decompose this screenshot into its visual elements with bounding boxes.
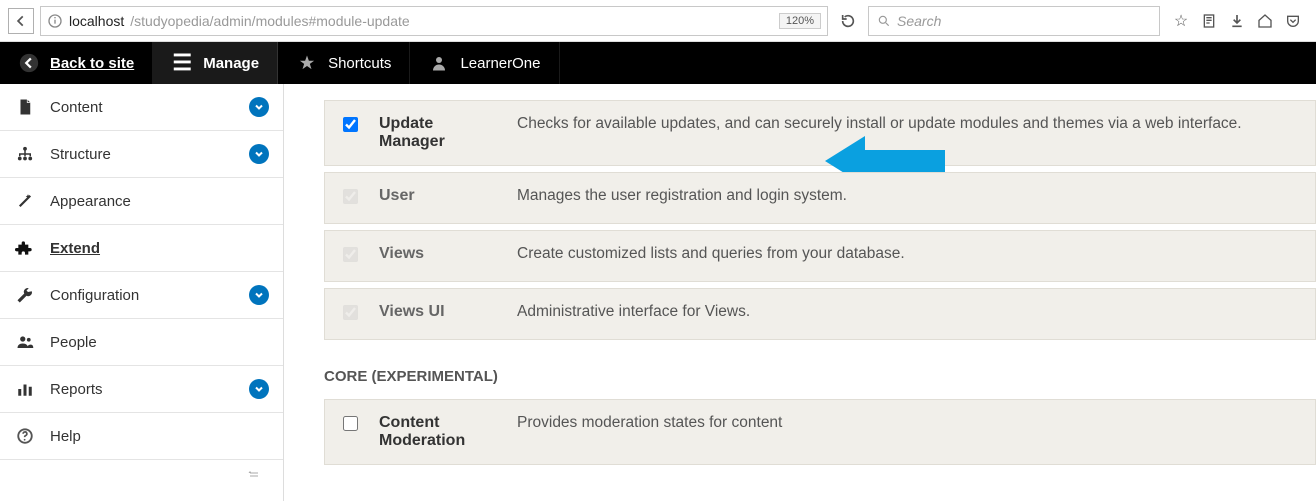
module-checkbox: [343, 305, 358, 320]
module-row[interactable]: User Manages the user registration and lo…: [324, 172, 1316, 224]
search-placeholder: Search: [897, 13, 941, 29]
url-host: localhost: [69, 13, 124, 29]
sidebar-item-label: Reports: [50, 381, 103, 398]
home-icon[interactable]: [1256, 11, 1274, 31]
chevron-down-icon[interactable]: [249, 144, 269, 164]
module-name: Views UI: [379, 303, 499, 321]
module-checkbox[interactable]: [343, 416, 358, 431]
back-arrow-icon: [18, 52, 40, 74]
reload-button[interactable]: [834, 7, 862, 35]
sidebar-item-label: Configuration: [50, 287, 139, 304]
hamburger-icon: ☰: [171, 50, 193, 76]
help-icon: [14, 427, 36, 445]
sidebar-item-label: Appearance: [50, 193, 131, 210]
sidebar-item-reports[interactable]: Reports: [0, 366, 283, 413]
tree-icon: [14, 145, 36, 163]
back-to-site-label: Back to site: [50, 55, 134, 72]
sidebar-item-structure[interactable]: Structure: [0, 131, 283, 178]
sidebar-item-label: Content: [50, 99, 103, 116]
module-name: Update Manager: [379, 115, 499, 151]
sidebar-collapse-handle[interactable]: [0, 460, 283, 490]
wrench-icon: [14, 286, 36, 304]
wand-icon: [14, 192, 36, 210]
module-description: Checks for available updates, and can se…: [517, 115, 1297, 133]
sidebar-item-help[interactable]: Help: [0, 413, 283, 460]
sidebar-item-extend[interactable]: Extend: [0, 225, 283, 272]
admin-toolbar: Back to site ☰ Manage Shortcuts LearnerO…: [0, 42, 1316, 84]
manage-label: Manage: [203, 55, 259, 72]
page-icon: [14, 98, 36, 116]
sidebar-item-people[interactable]: People: [0, 319, 283, 366]
sidebar-item-content[interactable]: Content: [0, 84, 283, 131]
search-icon: [877, 14, 891, 28]
user-tab[interactable]: LearnerOne: [410, 42, 559, 84]
module-name: Views: [379, 245, 499, 263]
module-checkbox[interactable]: [343, 117, 358, 132]
module-name: Content Moderation: [379, 414, 499, 450]
back-to-site-link[interactable]: Back to site: [0, 42, 153, 84]
module-checkbox: [343, 247, 358, 262]
chart-icon: [14, 380, 36, 398]
browser-chrome: localhost/studyopedia/admin/modules#modu…: [0, 0, 1316, 42]
user-icon: [428, 54, 450, 72]
module-row[interactable]: Views UI Administrative interface for Vie…: [324, 288, 1316, 340]
module-name: User: [379, 187, 499, 205]
browser-toolbar-icons: ☆: [1166, 11, 1308, 31]
star-icon: [296, 54, 318, 72]
sidebar-item-appearance[interactable]: Appearance: [0, 178, 283, 225]
zoom-indicator[interactable]: 120%: [779, 13, 821, 29]
module-description: Manages the user registration and login …: [517, 187, 1297, 205]
chevron-down-icon[interactable]: [249, 97, 269, 117]
shortcuts-label: Shortcuts: [328, 55, 391, 72]
sidebar-item-label: Structure: [50, 146, 111, 163]
sidebar-item-configuration[interactable]: Configuration: [0, 272, 283, 319]
module-description: Administrative interface for Views.: [517, 303, 1297, 321]
url-path: /studyopedia/admin/modules#module-update: [130, 13, 409, 29]
browser-search-input[interactable]: Search: [868, 6, 1160, 36]
url-bar[interactable]: localhost/studyopedia/admin/modules#modu…: [40, 6, 828, 36]
downloads-icon[interactable]: [1228, 11, 1246, 31]
module-row[interactable]: Content Moderation Provides moderation st…: [324, 399, 1316, 465]
puzzle-icon: [14, 238, 36, 258]
shortcuts-tab[interactable]: Shortcuts: [278, 42, 410, 84]
module-description: Create customized lists and queries from…: [517, 245, 1297, 263]
admin-sidebar: Content Structure Appearance Extend Configur…: [0, 84, 284, 501]
pocket-icon[interactable]: [1284, 11, 1302, 31]
module-row[interactable]: Update Manager Checks for available updat…: [324, 100, 1316, 166]
module-checkbox: [343, 189, 358, 204]
section-title-experimental: CORE (EXPERIMENTAL): [324, 368, 1316, 385]
people-icon: [14, 333, 36, 351]
info-icon: [47, 13, 63, 29]
user-label: LearnerOne: [460, 55, 540, 72]
sidebar-item-label: People: [50, 334, 97, 351]
sidebar-item-label: Extend: [50, 240, 100, 257]
module-row[interactable]: Views Create customized lists and queries…: [324, 230, 1316, 282]
sidebar-item-label: Help: [50, 428, 81, 445]
browser-back-button[interactable]: [8, 8, 34, 34]
module-description: Provides moderation states for content: [517, 414, 1297, 432]
chevron-down-icon[interactable]: [249, 285, 269, 305]
reader-icon[interactable]: [1200, 11, 1218, 31]
bookmark-star-icon[interactable]: ☆: [1172, 11, 1190, 31]
manage-tab[interactable]: ☰ Manage: [153, 42, 278, 84]
main-content: Update Manager Checks for available updat…: [284, 84, 1316, 501]
chevron-down-icon[interactable]: [249, 379, 269, 399]
